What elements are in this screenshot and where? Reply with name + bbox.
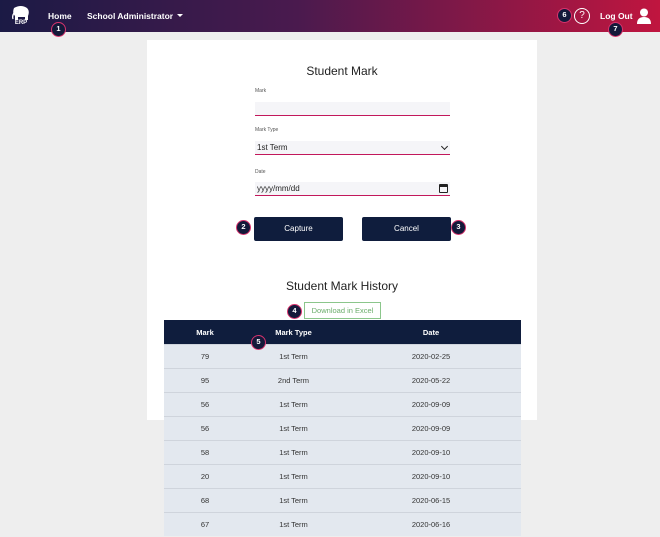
cell-mark-type: 1st Term xyxy=(279,400,308,409)
cell-mark: 20 xyxy=(200,472,210,481)
table-row: 79 1st Term 2020-02-25 xyxy=(164,344,521,368)
date-label: Date xyxy=(255,169,266,175)
annotation-badge: 5 xyxy=(251,335,266,350)
table-row: 58 1st Term 2020-09-10 xyxy=(164,440,521,464)
capture-button[interactable]: Capture xyxy=(254,217,343,241)
mark-type-value: 1st Term xyxy=(257,143,288,152)
table-row: 56 1st Term 2020-09-09 xyxy=(164,392,521,416)
annotation-badge: 6 xyxy=(557,8,572,23)
mark-type-label: Mark Type xyxy=(255,127,279,133)
cell-date: 2020-09-09 xyxy=(411,400,451,409)
cell-mark-type: 1st Term xyxy=(279,352,308,361)
cell-mark: 56 xyxy=(200,424,210,433)
date-placeholder: yyyy/mm/dd xyxy=(257,184,300,193)
cell-date: 2020-06-15 xyxy=(411,496,451,505)
table-header: Mark Mark Type Date xyxy=(164,320,521,344)
annotation-badge: 3 xyxy=(451,220,466,235)
cell-mark-type: 1st Term xyxy=(279,424,308,433)
table-row: 67 1st Term 2020-06-16 xyxy=(164,512,521,536)
mark-type-select[interactable]: 1st Term xyxy=(255,141,450,155)
annotation-badge: 2 xyxy=(236,220,251,235)
annotation-badge: 1 xyxy=(51,22,66,37)
table-row: 68 1st Term 2020-06-15 xyxy=(164,488,521,512)
cell-mark: 56 xyxy=(200,400,210,409)
calendar-icon[interactable] xyxy=(439,184,448,193)
role-dropdown[interactable]: School Administrator xyxy=(87,11,184,21)
annotation-badge: 7 xyxy=(608,22,623,37)
table-body: 79 1st Term 2020-02-25 95 2nd Term 2020-05-22… xyxy=(164,344,521,536)
logo-text: ERP xyxy=(14,20,28,26)
column-header-date[interactable]: Date xyxy=(341,328,521,337)
cell-mark-type: 1st Term xyxy=(279,520,308,529)
cell-mark: 58 xyxy=(200,448,210,457)
cell-date: 2020-06-16 xyxy=(411,520,451,529)
form-title: Student Mark xyxy=(306,64,378,78)
cell-mark-type: 1st Term xyxy=(279,496,308,505)
chevron-down-icon xyxy=(440,142,449,151)
cancel-button[interactable]: Cancel xyxy=(362,217,451,241)
cell-mark: 67 xyxy=(200,520,210,529)
help-icon[interactable]: ? xyxy=(574,8,590,24)
chevron-down-icon xyxy=(177,13,184,17)
mark-history-table: Mark Mark Type Date 79 1st Term 2020-02-25… xyxy=(164,320,521,536)
cell-mark: 79 xyxy=(200,352,210,361)
cell-mark-type: 1st Term xyxy=(279,472,308,481)
table-row: 95 2nd Term 2020-05-22 xyxy=(164,368,521,392)
nav-home-link[interactable]: Home xyxy=(48,11,72,21)
cell-mark-type: 2nd Term xyxy=(277,376,310,385)
user-icon[interactable] xyxy=(637,8,651,24)
cell-date: 2020-09-10 xyxy=(411,448,451,457)
cell-mark: 95 xyxy=(200,376,210,385)
table-row: 56 1st Term 2020-09-09 xyxy=(164,416,521,440)
history-title: Student Mark History xyxy=(285,279,399,293)
mark-label: Mark xyxy=(255,88,267,94)
annotation-badge: 4 xyxy=(287,304,302,319)
cell-date: 2020-02-25 xyxy=(411,352,451,361)
cell-mark-type: 1st Term xyxy=(279,448,308,457)
cell-date: 2020-09-10 xyxy=(411,472,451,481)
mark-input[interactable] xyxy=(255,102,450,116)
logout-link[interactable]: Log Out xyxy=(600,11,633,21)
cell-mark: 68 xyxy=(200,496,210,505)
download-excel-button[interactable]: Download in Excel xyxy=(304,302,381,319)
date-input[interactable]: yyyy/mm/dd xyxy=(255,182,450,196)
column-header-mark[interactable]: Mark xyxy=(164,328,246,337)
cell-date: 2020-09-09 xyxy=(411,424,451,433)
cell-date: 2020-05-22 xyxy=(411,376,451,385)
role-label: School Administrator xyxy=(87,11,174,21)
table-row: 20 1st Term 2020-09-10 xyxy=(164,464,521,488)
